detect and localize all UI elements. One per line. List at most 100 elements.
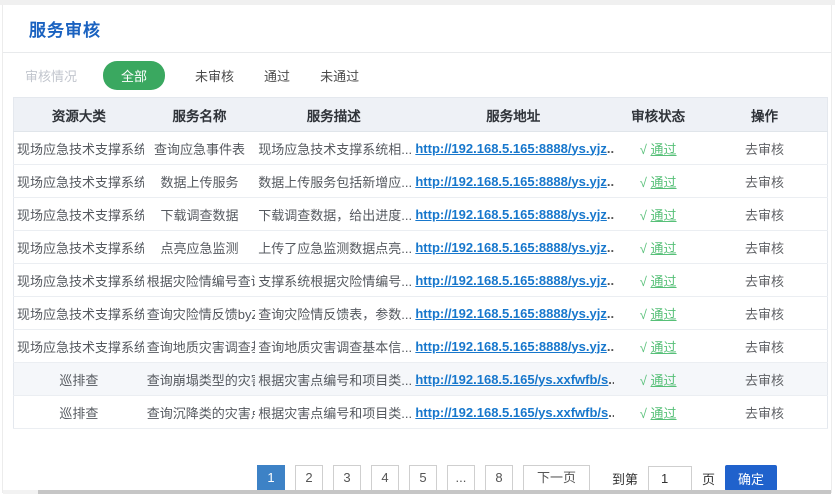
url-truncation-ellipsis: ... bbox=[607, 141, 614, 156]
column-header-service-address: 服务地址 bbox=[412, 98, 614, 132]
service-url-link[interactable]: http://192.168.5.165:8888/ys.yjz bbox=[415, 141, 607, 156]
page-button-4[interactable]: 4 bbox=[371, 465, 399, 491]
status-badge[interactable]: 通过 bbox=[651, 340, 677, 355]
status-badge[interactable]: 通过 bbox=[651, 274, 677, 289]
status-check-icon: √ bbox=[640, 241, 647, 256]
status-check-icon: √ bbox=[640, 175, 647, 190]
confirm-page-button[interactable]: 确定 bbox=[725, 465, 777, 491]
cell-resource-category: 现场应急技术支撑系统 bbox=[14, 231, 144, 264]
cell-service-name: 根据灾险情编号查询... bbox=[144, 264, 256, 297]
go-audit-link[interactable]: 去审核 bbox=[745, 274, 784, 289]
page-button-5[interactable]: 5 bbox=[409, 465, 437, 491]
table-row: 巡排查查询崩塌类型的灾害...根据灾害点编号和项目类...http://192.… bbox=[14, 363, 828, 396]
go-audit-link[interactable]: 去审核 bbox=[745, 208, 784, 223]
service-url-link[interactable]: http://192.168.5.165:8888/ys.yjz bbox=[415, 306, 607, 321]
cell-resource-category: 现场应急技术支撑系统 bbox=[14, 297, 144, 330]
go-audit-link[interactable]: 去审核 bbox=[745, 175, 784, 190]
status-badge[interactable]: 通过 bbox=[651, 175, 677, 190]
cell-service-name: 查询应急事件表 bbox=[144, 132, 256, 165]
cell-resource-category: 现场应急技术支撑系统 bbox=[14, 330, 144, 363]
cell-audit-status: √ 通过 bbox=[614, 363, 702, 396]
cell-service-address: http://192.168.5.165:8888/ys.yjz... bbox=[412, 330, 614, 363]
status-check-icon: √ bbox=[640, 340, 647, 355]
cell-resource-category: 现场应急技术支撑系统 bbox=[14, 264, 144, 297]
page-ellipsis-button[interactable]: ... bbox=[447, 465, 475, 491]
cell-service-description: 数据上传服务包括新增应... bbox=[255, 165, 412, 198]
goto-page-suffix-label: 页 bbox=[702, 469, 715, 488]
status-badge[interactable]: 通过 bbox=[651, 406, 677, 421]
table-row: 现场应急技术支撑系统根据灾险情编号查询...支撑系统根据灾险情编号...http… bbox=[14, 264, 828, 297]
table-row: 现场应急技术支撑系统点亮应急监测上传了应急监测数据点亮...http://192… bbox=[14, 231, 828, 264]
audit-status-filter-bar: 审核情况 全部 未审核 通过 未通过 bbox=[3, 53, 831, 97]
service-url-link[interactable]: http://192.168.5.165/ys.xxfwfb/s bbox=[415, 372, 608, 387]
cell-service-name: 点亮应急监测 bbox=[144, 231, 256, 264]
pagination: 12345...8 下一页 到第 页 确定 bbox=[103, 465, 835, 491]
go-audit-link[interactable]: 去审核 bbox=[745, 406, 784, 421]
status-badge[interactable]: 通过 bbox=[651, 307, 677, 322]
page-title: 服务审核 bbox=[29, 21, 101, 40]
table-row: 现场应急技术支撑系统数据上传服务数据上传服务包括新增应...http://192… bbox=[14, 165, 828, 198]
cell-resource-category: 现场应急技术支撑系统 bbox=[14, 165, 144, 198]
status-badge[interactable]: 通过 bbox=[651, 142, 677, 157]
cell-resource-category: 现场应急技术支撑系统 bbox=[14, 132, 144, 165]
next-page-button[interactable]: 下一页 bbox=[523, 465, 590, 491]
cell-service-address: http://192.168.5.165:8888/ys.yjz... bbox=[412, 198, 614, 231]
filter-tab-all[interactable]: 全部 bbox=[103, 61, 165, 90]
cell-service-name: 查询崩塌类型的灾害... bbox=[144, 363, 256, 396]
go-audit-link[interactable]: 去审核 bbox=[745, 142, 784, 157]
goto-page-input[interactable] bbox=[648, 466, 692, 491]
column-header-operation: 操作 bbox=[702, 98, 827, 132]
status-check-icon: √ bbox=[640, 373, 647, 388]
go-audit-link[interactable]: 去审核 bbox=[745, 307, 784, 322]
cell-service-description: 根据灾害点编号和项目类... bbox=[255, 363, 412, 396]
service-url-link[interactable]: http://192.168.5.165:8888/ys.yjz bbox=[415, 273, 607, 288]
page-button-3[interactable]: 3 bbox=[333, 465, 361, 491]
column-header-resource-category: 资源大类 bbox=[14, 98, 144, 132]
status-check-icon: √ bbox=[640, 274, 647, 289]
status-check-icon: √ bbox=[640, 208, 647, 223]
service-url-link[interactable]: http://192.168.5.165:8888/ys.yjz bbox=[415, 339, 607, 354]
table-row: 巡排查查询沉降类的灾害点...根据灾害点编号和项目类...http://192.… bbox=[14, 396, 828, 429]
horizontal-scrollbar-thumb[interactable] bbox=[38, 490, 831, 494]
go-audit-link[interactable]: 去审核 bbox=[745, 241, 784, 256]
cell-audit-status: √ 通过 bbox=[614, 297, 702, 330]
page-button-1[interactable]: 1 bbox=[257, 465, 285, 491]
cell-service-description: 支撑系统根据灾险情编号... bbox=[255, 264, 412, 297]
filter-tab-unaudited[interactable]: 未审核 bbox=[195, 66, 234, 85]
service-url-link[interactable]: http://192.168.5.165/ys.xxfwfb/s bbox=[415, 405, 608, 420]
cell-audit-status: √ 通过 bbox=[614, 264, 702, 297]
cell-operation: 去审核 bbox=[702, 231, 827, 264]
cell-operation: 去审核 bbox=[702, 330, 827, 363]
page-button-8[interactable]: 8 bbox=[485, 465, 513, 491]
filter-tab-rejected[interactable]: 未通过 bbox=[320, 66, 359, 85]
cell-operation: 去审核 bbox=[702, 363, 827, 396]
status-badge[interactable]: 通过 bbox=[651, 208, 677, 223]
cell-service-address: http://192.168.5.165:8888/ys.yjz... bbox=[412, 231, 614, 264]
status-check-icon: √ bbox=[640, 142, 647, 157]
service-url-link[interactable]: http://192.168.5.165:8888/ys.yjz bbox=[415, 240, 607, 255]
cell-audit-status: √ 通过 bbox=[614, 132, 702, 165]
cell-audit-status: √ 通过 bbox=[614, 165, 702, 198]
column-header-service-description: 服务描述 bbox=[255, 98, 412, 132]
go-audit-link[interactable]: 去审核 bbox=[745, 373, 784, 388]
horizontal-scrollbar-track[interactable] bbox=[3, 490, 831, 494]
panel-header: 服务审核 bbox=[3, 5, 831, 53]
status-badge[interactable]: 通过 bbox=[651, 241, 677, 256]
service-url-link[interactable]: http://192.168.5.165:8888/ys.yjz bbox=[415, 174, 607, 189]
page-button-2[interactable]: 2 bbox=[295, 465, 323, 491]
service-url-link[interactable]: http://192.168.5.165:8888/ys.yjz bbox=[415, 207, 607, 222]
cell-operation: 去审核 bbox=[702, 297, 827, 330]
go-audit-link[interactable]: 去审核 bbox=[745, 340, 784, 355]
cell-audit-status: √ 通过 bbox=[614, 198, 702, 231]
cell-operation: 去审核 bbox=[702, 165, 827, 198]
filter-tab-passed[interactable]: 通过 bbox=[264, 66, 290, 85]
url-truncation-ellipsis: ... bbox=[607, 339, 614, 354]
cell-audit-status: √ 通过 bbox=[614, 396, 702, 429]
cell-service-address: http://192.168.5.165:8888/ys.yjz... bbox=[412, 264, 614, 297]
cell-service-description: 下载调查数据，给出进度... bbox=[255, 198, 412, 231]
status-badge[interactable]: 通过 bbox=[651, 373, 677, 388]
url-truncation-ellipsis: ... bbox=[607, 174, 614, 189]
status-check-icon: √ bbox=[640, 307, 647, 322]
status-check-icon: √ bbox=[640, 406, 647, 421]
cell-resource-category: 现场应急技术支撑系统 bbox=[14, 198, 144, 231]
